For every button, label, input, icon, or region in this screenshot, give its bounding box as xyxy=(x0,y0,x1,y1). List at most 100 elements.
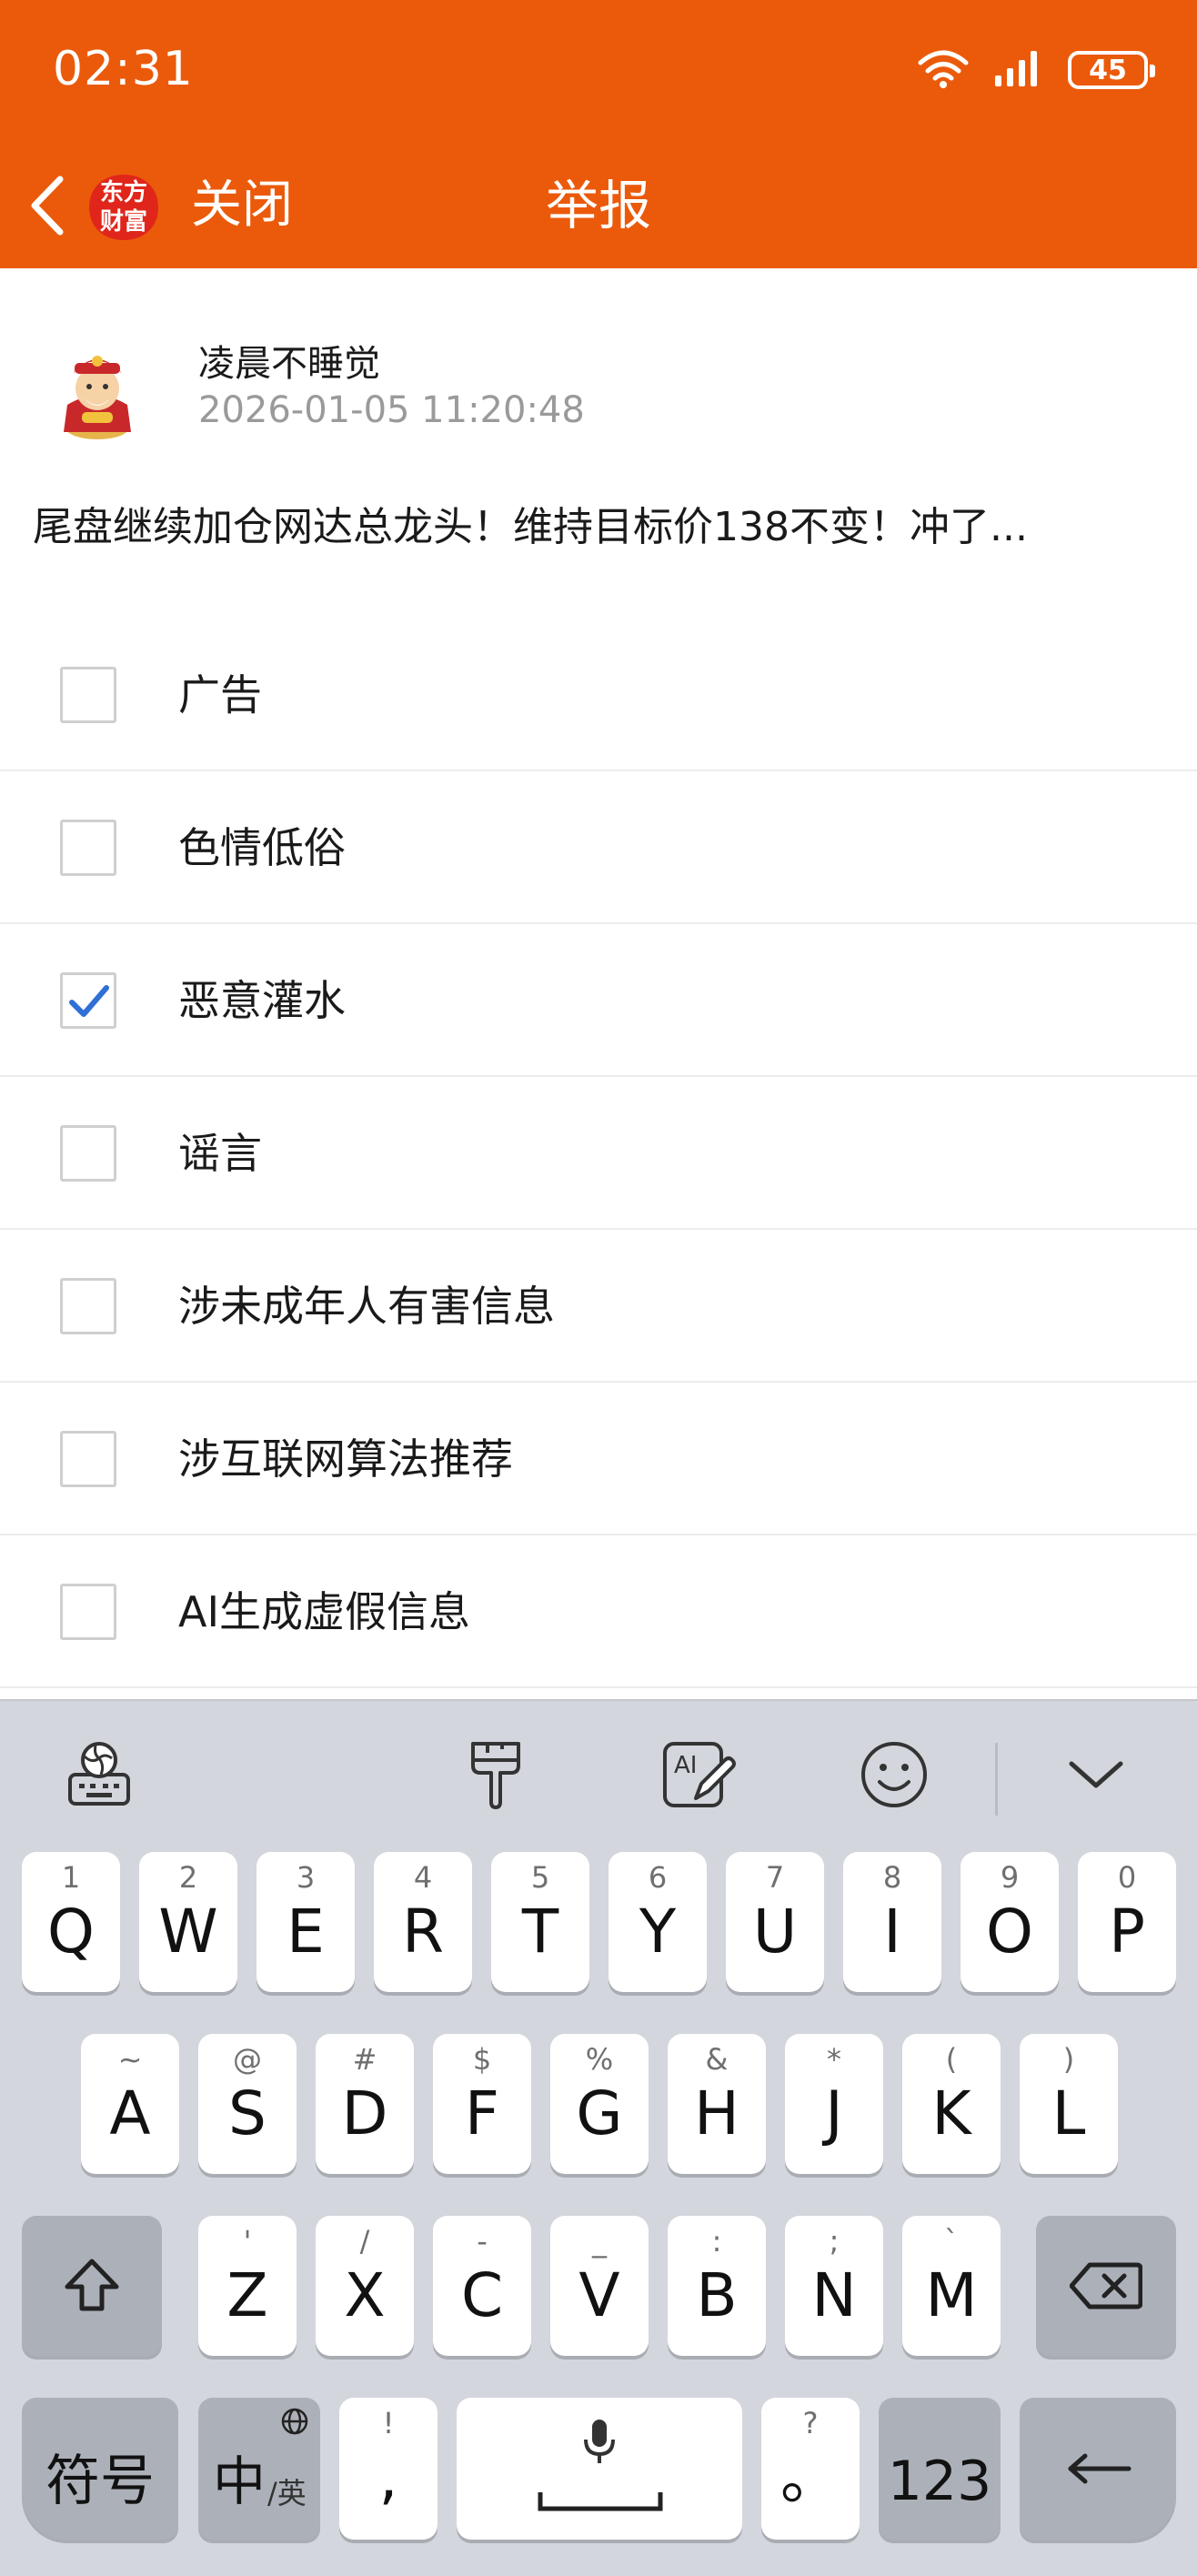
key-f[interactable]: $ F xyxy=(433,2034,531,2174)
key-primary: F xyxy=(465,2078,499,2148)
key-primary: Q xyxy=(47,1897,95,1967)
report-option[interactable]: 谣言 xyxy=(0,1077,1197,1230)
app-header: 02:31 45 东方 财富 关闭 举报 xyxy=(0,0,1197,268)
key-primary: S xyxy=(228,2078,267,2148)
key-primary: R xyxy=(402,1897,444,1967)
report-option-label: 涉互联网算法推荐 xyxy=(178,1434,513,1484)
key-primary: , xyxy=(378,2442,398,2512)
period-key[interactable]: ? 。 xyxy=(761,2398,860,2540)
globe-keyboard-icon[interactable] xyxy=(58,1734,140,1816)
key-primary: T xyxy=(521,1897,559,1967)
status-bar: 02:31 45 xyxy=(0,0,1197,146)
key-s[interactable]: @ S xyxy=(198,2034,297,2174)
key-secondary: ~ xyxy=(117,2042,143,2077)
key-b[interactable]: :B xyxy=(668,2216,766,2356)
checkbox[interactable] xyxy=(60,1584,116,1640)
key-primary: Y xyxy=(639,1897,677,1967)
key-l[interactable]: ) L xyxy=(1020,2034,1118,2174)
key-secondary: 4 xyxy=(413,1860,433,1895)
key-w[interactable]: 2W xyxy=(139,1852,237,1992)
key-primary: J xyxy=(825,2078,843,2148)
key-p[interactable]: 0P xyxy=(1078,1852,1176,1992)
key-primary: 。 xyxy=(780,2442,840,2512)
key-secondary: $ xyxy=(472,2042,492,2077)
report-option[interactable]: 色情低俗 xyxy=(0,771,1197,924)
report-option[interactable]: 恶意灌水 xyxy=(0,924,1197,1077)
wifi-icon xyxy=(917,48,970,92)
key-i[interactable]: 8I xyxy=(843,1852,941,1992)
key-y[interactable]: 6Y xyxy=(609,1852,707,1992)
key-secondary: 2 xyxy=(178,1860,198,1895)
symbols-key[interactable]: 符号 xyxy=(22,2398,178,2540)
post-time: 2026-01-05 11:20:48 xyxy=(198,389,585,431)
signal-icon xyxy=(993,48,1044,92)
emoji-icon[interactable] xyxy=(853,1734,935,1816)
key-primary: D xyxy=(341,2078,388,2148)
key-e[interactable]: 3E xyxy=(256,1852,355,1992)
toolbar-divider xyxy=(995,1743,998,1816)
key-d[interactable]: # D xyxy=(316,2034,414,2174)
microphone-icon xyxy=(457,2418,742,2465)
report-option-label: 谣言 xyxy=(178,1129,262,1178)
numbers-key[interactable]: 123 xyxy=(879,2398,1001,2540)
key-secondary: ? xyxy=(802,2406,819,2440)
key-v[interactable]: _ V xyxy=(550,2216,649,2356)
key-primary: A xyxy=(109,2078,151,2148)
report-option[interactable]: AI生成虚假信息 xyxy=(0,1535,1197,1688)
report-option[interactable]: 涉未成年人有害信息 xyxy=(0,1230,1197,1383)
ai-handwriting-icon[interactable]: AI xyxy=(657,1734,739,1816)
key-primary: C xyxy=(460,2260,504,2330)
key-m[interactable]: ` M xyxy=(902,2216,1001,2356)
backspace-key[interactable] xyxy=(1036,2216,1176,2356)
key-primary: N xyxy=(811,2260,857,2330)
key-r[interactable]: 4R xyxy=(374,1852,472,1992)
report-option-label: 广告 xyxy=(178,670,262,719)
checkbox[interactable] xyxy=(60,1431,116,1487)
keyboard-toolbar: AI xyxy=(0,1701,1197,1846)
comma-key[interactable]: ! , xyxy=(339,2398,438,2540)
key-primary: G xyxy=(576,2078,623,2148)
key-t[interactable]: 5T xyxy=(491,1852,589,1992)
key-x[interactable]: / X xyxy=(316,2216,414,2356)
soft-keyboard: AI 1Q 2W 3E 4R 5T 6Y 7U 8I 9O 0P ~ A @ S #… xyxy=(0,1699,1197,2576)
checkbox[interactable] xyxy=(60,1278,116,1334)
paint-brush-icon[interactable] xyxy=(455,1734,537,1816)
shift-key[interactable] xyxy=(22,2216,162,2356)
key-primary: H xyxy=(694,2078,739,2148)
report-option-label: AI生成虚假信息 xyxy=(178,1587,471,1636)
key-secondary: _ xyxy=(592,2224,607,2259)
key-u[interactable]: 7U xyxy=(726,1852,824,1992)
key-c[interactable]: -C xyxy=(433,2216,531,2356)
report-option[interactable]: 涉互联网算法推荐 xyxy=(0,1383,1197,1535)
chevron-down-icon[interactable] xyxy=(1055,1734,1137,1816)
user-name: 凌晨不睡觉 xyxy=(198,343,380,385)
key-q[interactable]: 1Q xyxy=(22,1852,120,1992)
key-secondary: ( xyxy=(945,2042,958,2077)
checkbox[interactable] xyxy=(60,667,116,723)
key-secondary: ` xyxy=(944,2224,959,2259)
key-primary: U xyxy=(752,1897,798,1967)
battery-level: 45 xyxy=(1089,54,1127,86)
key-z[interactable]: ' Z xyxy=(198,2216,297,2356)
key-a[interactable]: ~ A xyxy=(81,2034,179,2174)
checkbox[interactable] xyxy=(60,820,116,876)
key-j[interactable]: * J xyxy=(785,2034,883,2174)
globe-icon xyxy=(280,2407,309,2440)
checkbox[interactable] xyxy=(60,1125,116,1182)
key-g[interactable]: % G xyxy=(550,2034,649,2174)
key-secondary: % xyxy=(585,2042,614,2077)
svg-text:AI: AI xyxy=(674,1752,697,1779)
space-key[interactable] xyxy=(457,2398,742,2540)
language-switch-key[interactable]: 中 /英 xyxy=(198,2398,320,2540)
key-k[interactable]: (K xyxy=(902,2034,1001,2174)
key-o[interactable]: 9O xyxy=(961,1852,1059,1992)
checkbox[interactable] xyxy=(60,972,116,1029)
key-primary: V xyxy=(578,2260,620,2330)
enter-key[interactable] xyxy=(1020,2398,1176,2540)
report-option[interactable]: 广告 xyxy=(0,619,1197,771)
key-h[interactable]: & H xyxy=(668,2034,766,2174)
key-n[interactable]: ; N xyxy=(785,2216,883,2356)
numbers-key-label: 123 xyxy=(887,2450,992,2513)
status-time: 02:31 xyxy=(53,42,194,96)
space-bar-icon xyxy=(537,2489,664,2518)
